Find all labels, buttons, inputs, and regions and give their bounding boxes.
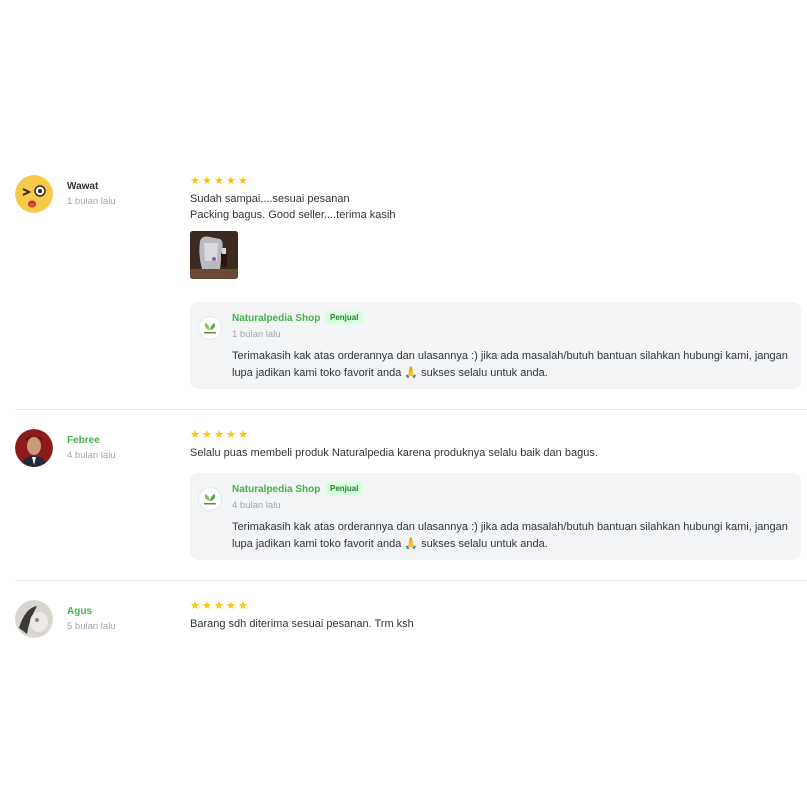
reviewer-name[interactable]: Wawat [67,181,98,192]
star-icon: ★ [202,175,212,187]
star-icon: ★ [226,600,236,612]
seller-reply: Naturalpedia Shop Penjual 1 bulan lalu T… [190,302,801,389]
leaf-logo-icon[interactable] [198,316,222,340]
reviewer-avatar[interactable] [15,175,53,213]
reply-time: 1 bulan lalu [232,329,281,340]
rating-stars: ★ ★ ★ ★ ★ [190,430,802,442]
review-text: Selalu puas membeli produk Naturalpedia … [190,445,802,461]
star-icon: ★ [226,429,236,441]
review-photo-thumbnail[interactable] [190,231,238,279]
star-icon: ★ [190,175,200,187]
review-item: Agus 5 bulan lalu ★ ★ ★ ★ ★ Barang sdh d… [15,600,807,660]
review-text-line: Selalu puas membeli produk Naturalpedia … [190,447,598,459]
star-icon: ★ [202,600,212,612]
review-content: ★ ★ ★ ★ ★ Sudah sampai....sesuai pesanan… [190,175,802,279]
star-icon: ★ [214,600,224,612]
review-content: ★ ★ ★ ★ ★ Barang sdh diterima sesuai pes… [190,600,802,632]
star-icon: ★ [226,175,236,187]
leaf-logo-icon[interactable] [198,487,222,511]
reply-text: Terimakasih kak atas orderannya dan ulas… [232,521,788,550]
reviewer-name[interactable]: Agus [67,606,92,617]
review-text-line: Sudah sampai....sesuai pesanan [190,193,350,205]
review-text-line: Barang sdh diterima sesuai pesanan. Trm … [190,618,414,630]
star-icon: ★ [190,600,200,612]
star-icon: ★ [190,429,200,441]
rating-stars: ★ ★ ★ ★ ★ [190,601,802,613]
seller-reply: Naturalpedia Shop Penjual 4 bulan lalu T… [190,473,801,560]
rating-stars: ★ ★ ★ ★ ★ [190,176,802,188]
reply-time: 4 bulan lalu [232,500,281,511]
review-content: ★ ★ ★ ★ ★ Selalu puas membeli produk Nat… [190,429,802,461]
star-icon: ★ [238,429,248,441]
reviewer-name[interactable]: Febree [67,435,100,446]
reply-text: Terimakasih kak atas orderannya dan ulas… [232,350,788,379]
review-item: Febree 4 bulan lalu ★ ★ ★ ★ ★ Selalu pua… [15,429,807,581]
review-item: Wawat 1 bulan lalu ★ ★ ★ ★ ★ Sudah sampa… [15,175,807,410]
shop-name[interactable]: Naturalpedia Shop [232,313,320,324]
review-time: 1 bulan lalu [67,196,116,207]
star-icon: ★ [214,175,224,187]
review-text-line: Packing bagus. Good seller....terima kas… [190,209,396,221]
star-icon: ★ [238,175,248,187]
star-icon: ★ [214,429,224,441]
review-text: Barang sdh diterima sesuai pesanan. Trm … [190,616,802,632]
seller-badge: Penjual [325,311,364,324]
review-text: Sudah sampai....sesuai pesanan Packing b… [190,191,802,223]
seller-badge: Penjual [325,482,364,495]
star-icon: ★ [238,600,248,612]
shop-name[interactable]: Naturalpedia Shop [232,484,320,495]
review-time: 4 bulan lalu [67,450,116,461]
reviewer-avatar[interactable] [15,429,53,467]
reviewer-avatar[interactable] [15,600,53,638]
review-time: 5 bulan lalu [67,621,116,632]
star-icon: ★ [202,429,212,441]
